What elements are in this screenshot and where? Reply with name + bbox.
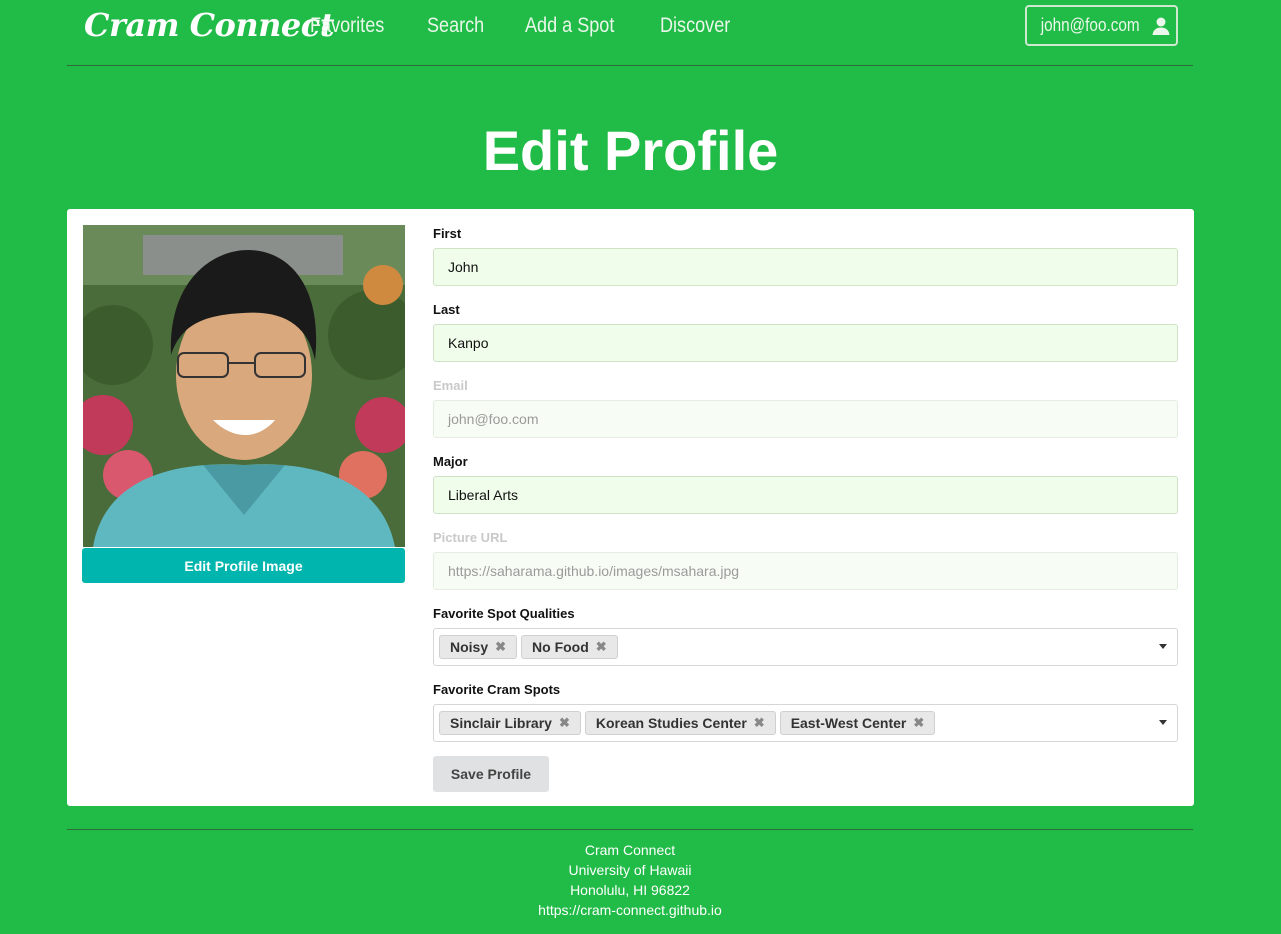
user-menu-button[interactable]: john@foo.com	[1025, 5, 1178, 46]
nav-add-spot[interactable]: Add a Spot	[525, 14, 614, 38]
close-icon[interactable]: ✖	[559, 715, 570, 731]
profile-photo	[83, 225, 405, 547]
chip-label: Korean Studies Center	[595, 715, 747, 731]
chip-label: Noisy	[450, 639, 489, 655]
spot-chip: Korean Studies Center ✖	[584, 711, 776, 735]
user-icon	[1152, 17, 1170, 35]
picture-url-field: https://saharama.github.io/images/msahar…	[433, 552, 1178, 590]
spots-label: Favorite Cram Spots	[433, 682, 561, 697]
chip-label: Sinclair Library	[450, 715, 552, 731]
qualities-label: Favorite Spot Qualities	[433, 606, 575, 621]
user-email: john@foo.com	[1041, 15, 1140, 35]
navbar: Cram Connect Favorites Search Add a Spot…	[67, 0, 1193, 66]
picture-url-label: Picture URL	[433, 530, 508, 545]
nav-links: Favorites Search Add a Spot Discover	[310, 14, 773, 38]
last-name-label: Last	[433, 302, 460, 317]
close-icon[interactable]: ✖	[913, 715, 924, 731]
chevron-down-icon[interactable]	[1159, 644, 1167, 649]
profile-card: Edit Profile Image First John Last Kanpo…	[67, 209, 1194, 806]
email-field: john@foo.com	[433, 400, 1178, 438]
close-icon[interactable]: ✖	[754, 715, 765, 731]
footer-university: University of Hawaii	[568, 862, 692, 878]
footer: Cram Connect University of Hawaii Honolu…	[67, 829, 1193, 920]
quality-chip: No Food ✖	[521, 635, 618, 659]
save-profile-button[interactable]: Save Profile	[433, 756, 549, 792]
chip-label: East-West Center	[790, 715, 907, 731]
last-name-field[interactable]: Kanpo	[433, 324, 1178, 362]
page-title: Edit Profile	[482, 119, 779, 182]
email-label: Email	[433, 378, 468, 393]
footer-address: Honolulu, HI 96822	[570, 882, 690, 898]
chip-label: No Food	[532, 639, 589, 655]
major-field[interactable]: Liberal Arts	[433, 476, 1178, 514]
first-name-label: First	[433, 226, 462, 241]
major-label: Major	[433, 454, 468, 469]
close-icon[interactable]: ✖	[495, 639, 506, 655]
qualities-select[interactable]: Noisy ✖ No Food ✖	[433, 628, 1178, 666]
spot-chip: Sinclair Library ✖	[439, 711, 581, 735]
quality-chip: Noisy ✖	[439, 635, 518, 659]
first-name-field[interactable]: John	[433, 248, 1178, 286]
nav-discover[interactable]: Discover	[660, 14, 730, 38]
chevron-down-icon[interactable]	[1159, 720, 1167, 725]
footer-app-name: Cram Connect	[584, 842, 676, 858]
spot-chip: East-West Center ✖	[779, 711, 936, 735]
close-icon[interactable]: ✖	[596, 639, 607, 655]
spots-select[interactable]: Sinclair Library ✖ Korean Studies Center…	[433, 704, 1178, 742]
nav-search[interactable]: Search	[427, 14, 484, 38]
footer-link[interactable]: https://cram-connect.github.io	[67, 900, 1193, 920]
edit-profile-image-button[interactable]: Edit Profile Image	[82, 548, 405, 583]
nav-favorites[interactable]: Favorites	[310, 14, 384, 38]
brand-logo[interactable]: Cram Connect	[84, 6, 335, 44]
